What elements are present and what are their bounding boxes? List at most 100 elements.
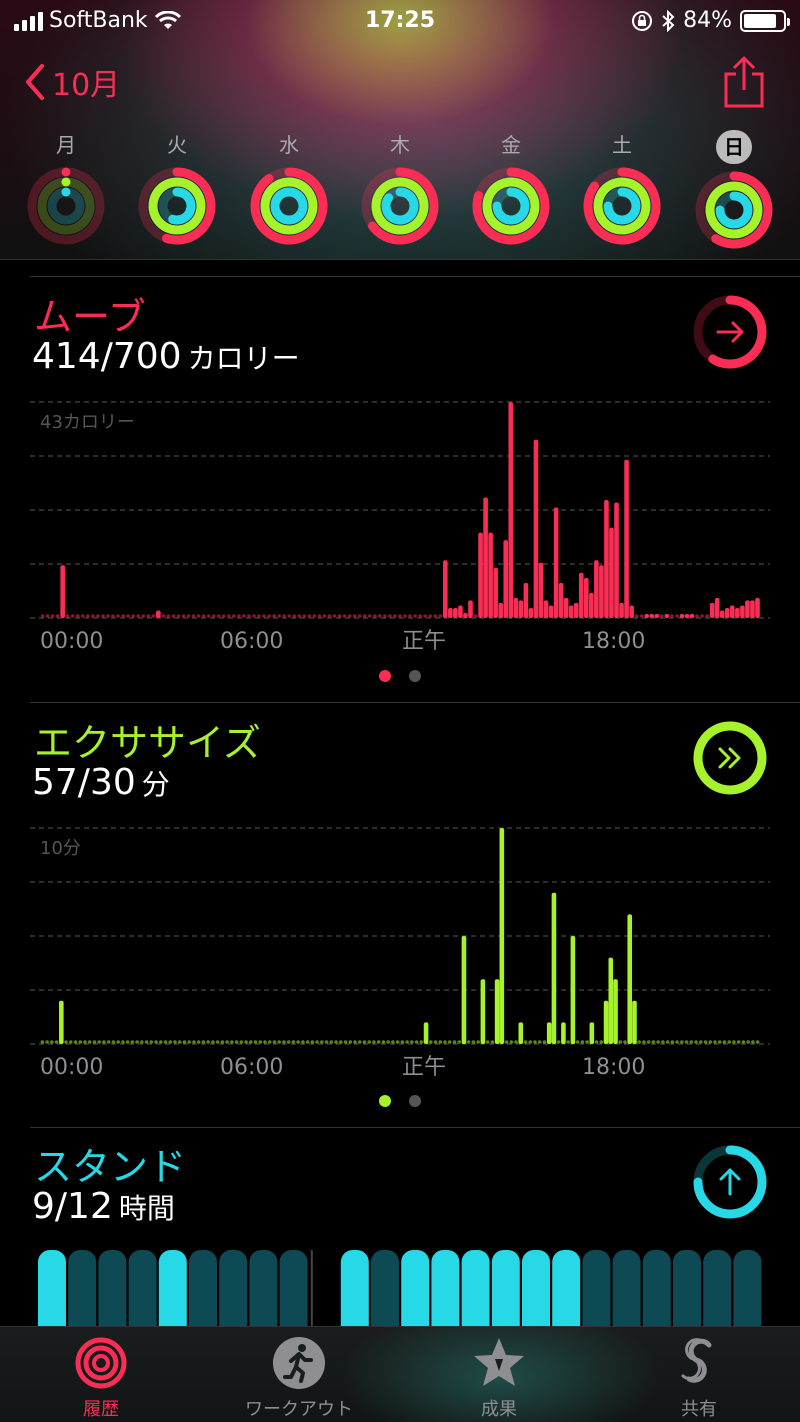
chart-bar-empty xyxy=(473,614,478,618)
tab-label: 成果 xyxy=(481,1399,517,1420)
chart-bar-empty xyxy=(225,1040,229,1044)
chevron-left-icon xyxy=(26,64,44,100)
chart-bar xyxy=(684,614,690,618)
activity-rings[interactable] xyxy=(360,166,440,246)
day-label: 水 xyxy=(279,133,299,157)
back-button[interactable]: 10月 xyxy=(24,60,120,104)
star-icon xyxy=(474,1338,524,1386)
tab-sharing[interactable]: 共有 xyxy=(624,1335,774,1421)
chart-bar-empty xyxy=(433,1040,438,1044)
chart-bar-empty xyxy=(116,1040,120,1044)
day-column[interactable]: 月 xyxy=(24,130,108,246)
chart-bar-empty xyxy=(566,1040,570,1044)
page-dot-active xyxy=(379,670,391,682)
chart-bar-empty xyxy=(327,614,332,618)
chart-bar-empty xyxy=(599,1040,604,1044)
chart-bar xyxy=(156,610,161,618)
header-area: SoftBank 17:25 84% 10月 月 火 水 木 金 土 日 xyxy=(0,0,800,260)
chart-bar-empty xyxy=(78,1040,83,1044)
chart-bar-empty xyxy=(181,614,186,618)
stand-hour-active xyxy=(552,1250,581,1326)
chart-bar xyxy=(523,582,529,618)
chart-bar-empty xyxy=(101,614,105,618)
chart-bar xyxy=(654,614,660,618)
share-icon[interactable] xyxy=(722,56,766,108)
activity-rings[interactable] xyxy=(471,166,551,246)
chart-bar-empty xyxy=(332,614,337,618)
chart-bar-empty xyxy=(64,1040,68,1044)
share-s-icon xyxy=(681,1338,712,1383)
chart-bar-empty xyxy=(121,1040,125,1044)
chart-bar-empty xyxy=(317,614,322,618)
activity-rings[interactable] xyxy=(582,166,662,246)
exercise-section[interactable]: エクササイズ 57/30 分 10分 00:00 06:00 正午 18:00 xyxy=(30,706,770,1126)
chart-bar xyxy=(503,540,509,618)
chart-bar-empty xyxy=(73,1040,78,1044)
chart-bar-empty xyxy=(277,614,281,618)
chart-bar xyxy=(561,1022,566,1044)
day-column[interactable]: 土 xyxy=(580,130,664,246)
chart-bar-empty xyxy=(393,614,397,618)
chart-bar-empty xyxy=(452,1040,457,1044)
chart-bar-empty xyxy=(252,614,256,618)
chart-bar-empty xyxy=(141,614,146,618)
stand-detail-button[interactable] xyxy=(690,1142,770,1222)
tab-history[interactable]: 履歴 xyxy=(26,1335,176,1421)
stand-hour-active xyxy=(158,1250,187,1326)
chart-bar xyxy=(563,597,569,618)
exercise-page-dots[interactable] xyxy=(0,1095,800,1107)
chart-bar-empty xyxy=(352,614,357,618)
divider xyxy=(30,702,800,703)
chart-bar-empty xyxy=(161,614,166,618)
activity-rings[interactable] xyxy=(26,166,106,246)
day-column[interactable]: 木 xyxy=(358,130,442,246)
tab-label: 履歴 xyxy=(83,1399,119,1420)
chart-bar-empty xyxy=(694,1040,698,1044)
stand-section[interactable]: スタンド 9/12 時間 xyxy=(30,1130,770,1326)
chart-bar xyxy=(730,605,735,618)
chart-bar xyxy=(740,605,745,618)
week-rings-row: 月火 水 木金土日 xyxy=(0,130,800,250)
exercise-detail-button[interactable] xyxy=(690,718,770,798)
chart-bar xyxy=(604,499,609,618)
chart-bar-empty xyxy=(623,1040,627,1044)
move-page-dots[interactable] xyxy=(0,670,800,682)
day-column[interactable]: 火 xyxy=(135,130,219,246)
chart-bar-empty xyxy=(149,1040,154,1044)
activity-rings[interactable] xyxy=(694,170,774,250)
stand-hour-inactive xyxy=(642,1250,671,1326)
move-detail-button[interactable] xyxy=(690,292,770,372)
chart-bar-empty xyxy=(509,1040,514,1044)
day-column[interactable]: 金 xyxy=(469,130,553,246)
chart-bar-empty xyxy=(556,1040,561,1044)
chart-bar-empty xyxy=(126,614,130,618)
chart-bar xyxy=(478,532,483,618)
chart-bar-empty xyxy=(116,614,120,618)
move-section[interactable]: ムーブ 414/700 カロリー 43カロリー 00:00 06:00 正午 18:00 xyxy=(30,280,770,700)
activity-rings[interactable] xyxy=(137,166,217,246)
stand-value: 9/12 時間 xyxy=(32,1186,175,1227)
day-column[interactable]: 日 xyxy=(692,130,776,250)
chart-bar-empty xyxy=(262,614,266,618)
chart-bar-empty xyxy=(177,1040,182,1044)
chart-bar-empty xyxy=(741,1040,746,1044)
chart-bar-empty xyxy=(234,1040,239,1044)
chart-bar-empty xyxy=(291,1040,296,1044)
chart-bar-empty xyxy=(201,614,206,618)
chart-bar xyxy=(518,1022,524,1044)
chart-bar-empty xyxy=(418,614,422,618)
activity-rings[interactable] xyxy=(249,166,329,246)
chart-bar-empty xyxy=(713,1040,717,1044)
tab-awards[interactable]: 成果 xyxy=(424,1335,574,1421)
exercise-unit: 分 xyxy=(141,768,170,801)
tab-workout[interactable]: ワークアウト xyxy=(224,1335,374,1421)
chart-bar-empty xyxy=(158,1040,163,1044)
chart-bar-empty xyxy=(684,1040,689,1044)
move-chart: 43カロリー 00:00 06:00 正午 18:00 xyxy=(30,401,770,652)
chart-bar-empty xyxy=(144,1040,149,1044)
chart-bar-empty xyxy=(192,1040,196,1044)
chart-bar-empty xyxy=(287,614,292,618)
chart-bar-empty xyxy=(215,1040,220,1044)
day-column[interactable]: 水 xyxy=(247,130,331,246)
chart-bar-empty xyxy=(86,614,90,618)
